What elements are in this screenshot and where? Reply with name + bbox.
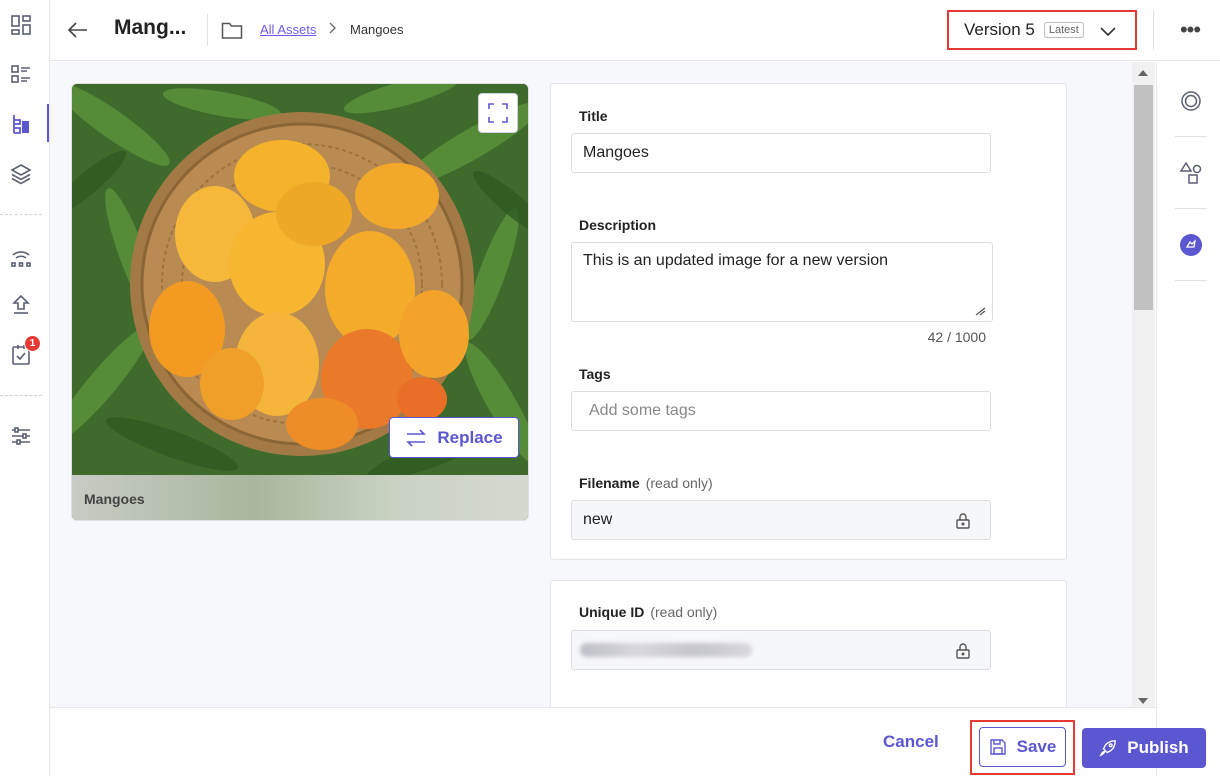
notification-badge: 1 [24, 335, 41, 352]
nav-separator [0, 214, 42, 215]
asset-details-form: Title Mangoes Description This is an upd… [550, 83, 1067, 560]
expand-icon [488, 103, 508, 123]
filename-label-text: Filename [579, 475, 640, 491]
publish-label: Publish [1127, 738, 1189, 757]
target-icon[interactable] [1178, 88, 1204, 114]
main-content: Replace Mangoes Title Mangoes Descriptio… [50, 62, 1132, 707]
shapes-icon[interactable] [1178, 160, 1204, 186]
filename-label: Filename (read only) [579, 475, 713, 491]
description-char-counter: 42 / 1000 [927, 329, 986, 345]
dashboard-icon[interactable] [7, 11, 35, 39]
replace-button[interactable]: Replace [389, 417, 519, 458]
description-textarea[interactable]: This is an updated image for a new versi… [571, 242, 993, 322]
latest-badge: Latest [1043, 22, 1084, 38]
chevron-down-icon [1099, 22, 1117, 40]
lock-icon [956, 643, 970, 659]
settings-sliders-icon[interactable] [7, 422, 35, 450]
publish-button[interactable]: Publish [1082, 728, 1206, 768]
right-rail [1156, 62, 1220, 776]
filename-value: new [583, 511, 613, 528]
asset-editor: 1 Mang... All Assets Mangoes Version 5 L… [0, 0, 1220, 776]
asset-caption: Mangoes [84, 490, 145, 507]
floppy-disk-icon [989, 739, 1006, 755]
save-label: Save [1016, 737, 1057, 756]
wireless-icon[interactable] [7, 243, 35, 271]
unique-id-label: Unique ID (read only) [579, 604, 717, 620]
asset-caption-bar: Mangoes [72, 475, 528, 520]
asset-metadata-form: Unique ID (read only) [550, 580, 1067, 707]
unique-id-readonly-note: (read only) [650, 604, 718, 620]
unique-id-label-text: Unique ID [579, 604, 645, 620]
header-divider [1153, 10, 1154, 50]
tags-input[interactable]: Add some tags [571, 391, 991, 431]
tags-label: Tags [579, 366, 611, 382]
back-arrow-icon[interactable] [66, 18, 90, 42]
fullscreen-button[interactable] [478, 93, 518, 133]
scroll-up-arrow[interactable] [1138, 70, 1148, 76]
breadcrumb-all-assets[interactable]: All Assets [260, 22, 316, 37]
filename-readonly-note: (read only) [645, 475, 713, 491]
asset-preview: Replace Mangoes [71, 83, 529, 521]
extension-icon[interactable] [1178, 232, 1204, 258]
save-button[interactable]: Save [979, 727, 1066, 767]
swap-icon [406, 428, 427, 447]
replace-label: Replace [437, 427, 503, 447]
top-header: Mang... All Assets Mangoes Version 5 Lat… [50, 0, 1220, 61]
breadcrumb-current: Mangoes [350, 22, 404, 37]
left-navigation: 1 [0, 0, 50, 776]
scroll-thumb[interactable] [1134, 85, 1153, 310]
more-options-icon[interactable]: ••• [1178, 17, 1202, 42]
scroll-down-arrow[interactable] [1138, 698, 1148, 704]
folder-icon [221, 20, 243, 40]
active-nav-indicator [47, 104, 49, 142]
vertical-scrollbar[interactable] [1132, 62, 1155, 707]
description-text: This is an updated image for a new versi… [583, 252, 889, 269]
title-input[interactable]: Mangoes [571, 133, 991, 173]
version-label: Version 5 [964, 20, 1035, 39]
version-selector[interactable]: Version 5 Latest [947, 10, 1137, 50]
header-divider [207, 14, 208, 46]
assets-icon[interactable] [7, 110, 35, 138]
nav-separator [0, 395, 42, 396]
filename-field: new [571, 500, 991, 540]
resize-grip-icon[interactable] [974, 306, 986, 316]
entries-icon[interactable] [7, 60, 35, 88]
page-title: Mang... [114, 16, 187, 39]
description-label: Description [579, 217, 657, 233]
rocket-icon [1099, 740, 1117, 757]
unique-id-field [571, 630, 991, 670]
cancel-button[interactable]: Cancel [883, 732, 939, 752]
layers-icon[interactable] [7, 160, 35, 188]
rail-separator [1175, 136, 1207, 137]
rail-separator [1175, 208, 1207, 209]
rail-separator [1175, 280, 1207, 281]
redacted-unique-id [580, 643, 752, 657]
action-footer: Cancel Save Publish [50, 707, 1206, 776]
lock-icon [956, 513, 970, 529]
breadcrumb-separator [328, 21, 338, 38]
title-label: Title [579, 108, 608, 124]
upload-icon[interactable] [7, 291, 35, 319]
